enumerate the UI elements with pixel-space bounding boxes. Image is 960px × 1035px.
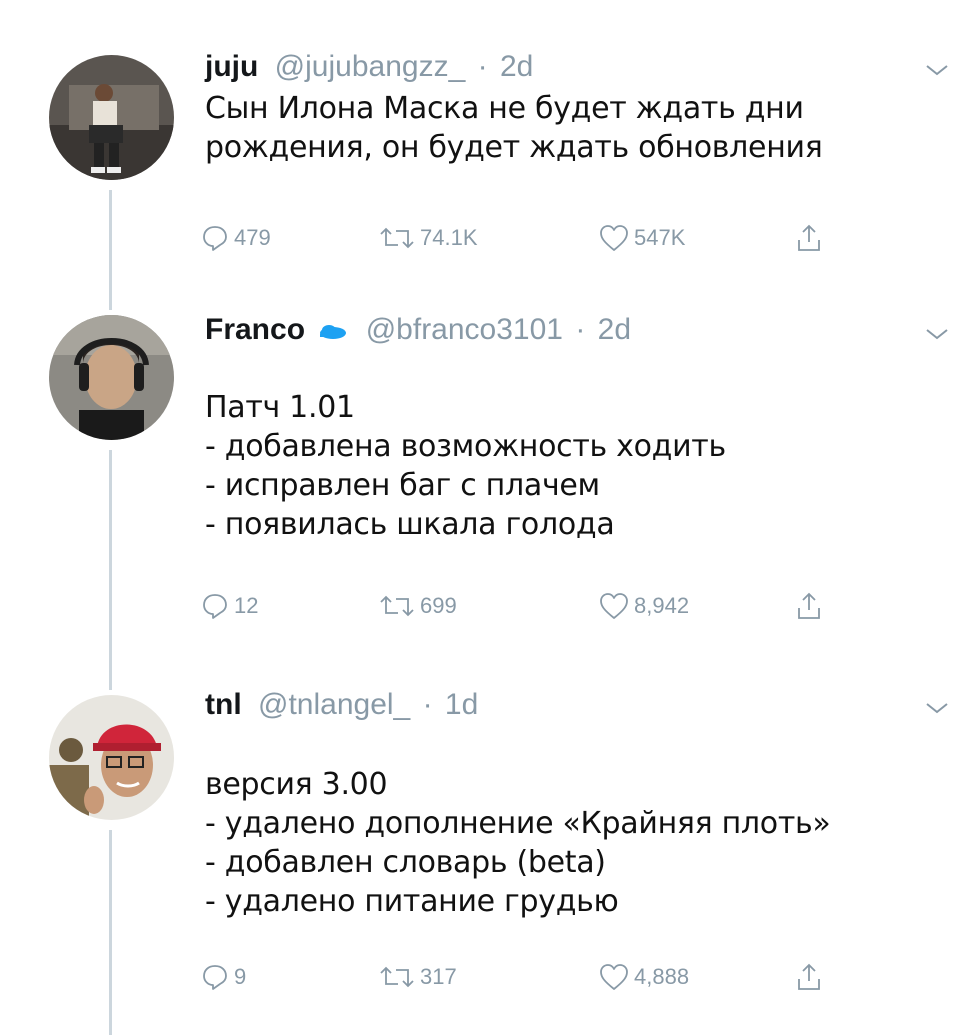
like-icon xyxy=(600,225,628,251)
retweet-icon xyxy=(380,595,414,617)
tweet-text-line: - исправлен баг с плачем xyxy=(205,468,600,503)
user-handle[interactable]: @jujubangzz_ xyxy=(275,50,466,83)
chevron-down-icon[interactable] xyxy=(922,698,952,718)
share-button[interactable] xyxy=(795,957,823,997)
display-name[interactable]: Franco xyxy=(205,313,305,346)
retweet-button[interactable]: 74.1K xyxy=(378,218,478,258)
reply-icon xyxy=(203,226,227,251)
like-icon xyxy=(600,964,628,990)
tweet-text: Сын Илона Маска не будет ждать дни рожде… xyxy=(205,89,823,167)
avatar[interactable] xyxy=(49,695,174,820)
tweet-text-line: рождения, он будет ждать обновления xyxy=(205,130,823,165)
avatar[interactable] xyxy=(49,55,174,180)
timestamp[interactable]: 2d xyxy=(500,50,533,83)
retweet-count: 74.1K xyxy=(420,225,478,250)
user-handle[interactable]: @bfranco3101 xyxy=(366,313,563,346)
tweet-text-line: Сын Илона Маска не будет ждать дни xyxy=(205,91,804,126)
share-icon xyxy=(798,592,820,619)
like-button[interactable]: 8,942 xyxy=(598,586,689,626)
like-icon xyxy=(600,593,628,619)
reply-button[interactable]: 479 xyxy=(200,218,271,258)
like-count: 4,888 xyxy=(634,964,690,989)
thread-line xyxy=(109,450,112,690)
reply-icon xyxy=(203,594,227,619)
retweet-button[interactable]: 317 xyxy=(378,957,457,997)
tweet-text-line: - удалено питание грудью xyxy=(205,884,619,919)
like-count: 547K xyxy=(634,225,686,250)
tweet-text: Патч 1.01 - добавлена возможность ходить… xyxy=(205,388,726,544)
verified-icon xyxy=(320,325,347,340)
chevron-down-icon[interactable] xyxy=(922,60,952,80)
tweet-text-line: - добавлен словарь (beta) xyxy=(205,845,606,880)
timestamp[interactable]: 2d xyxy=(598,313,631,346)
chevron-down-icon[interactable] xyxy=(922,324,952,344)
separator-dot: · xyxy=(575,313,586,346)
tweet-text-line: версия 3.00 xyxy=(205,767,388,802)
tweet-text-line: Патч 1.01 xyxy=(205,390,355,425)
action-bar: 12 699 8,942 xyxy=(200,586,860,626)
share-button[interactable] xyxy=(795,586,823,626)
retweet-count: 317 xyxy=(420,964,457,989)
retweet-button[interactable]: 699 xyxy=(378,586,457,626)
reply-button[interactable]: 9 xyxy=(200,957,246,997)
reply-count: 9 xyxy=(234,964,247,989)
reply-count: 12 xyxy=(234,593,259,618)
display-name[interactable]: juju xyxy=(205,50,258,83)
like-button[interactable]: 547K xyxy=(598,218,685,258)
retweet-icon xyxy=(380,227,414,249)
display-name[interactable]: tnl xyxy=(205,688,242,721)
thread-line xyxy=(109,190,112,310)
reply-count: 479 xyxy=(234,225,271,250)
tweet-text-line: - появилась шкала голода xyxy=(205,507,615,542)
thread-line xyxy=(109,830,112,1035)
tweet-text-line: - удалено дополнение «Крайняя плоть» xyxy=(205,806,831,841)
reply-button[interactable]: 12 xyxy=(200,586,258,626)
like-count: 8,942 xyxy=(634,593,690,618)
tweet-text-line: - добавлена возможность ходить xyxy=(205,429,726,464)
share-icon xyxy=(798,224,820,251)
action-bar: 9 317 4,888 xyxy=(200,957,860,997)
action-bar: 479 74.1K 547K xyxy=(200,218,860,258)
share-button[interactable] xyxy=(795,218,823,258)
share-icon xyxy=(798,963,820,990)
retweet-count: 699 xyxy=(420,593,457,618)
timestamp[interactable]: 1d xyxy=(445,688,478,721)
separator-dot: · xyxy=(477,50,488,83)
retweet-icon xyxy=(380,966,414,988)
reply-icon xyxy=(203,965,227,990)
tweet-text: версия 3.00 - удалено дополнение «Крайня… xyxy=(205,765,831,921)
avatar[interactable] xyxy=(49,315,174,440)
like-button[interactable]: 4,888 xyxy=(598,957,689,997)
user-handle[interactable]: @tnlangel_ xyxy=(258,688,410,721)
separator-dot: · xyxy=(422,688,433,721)
